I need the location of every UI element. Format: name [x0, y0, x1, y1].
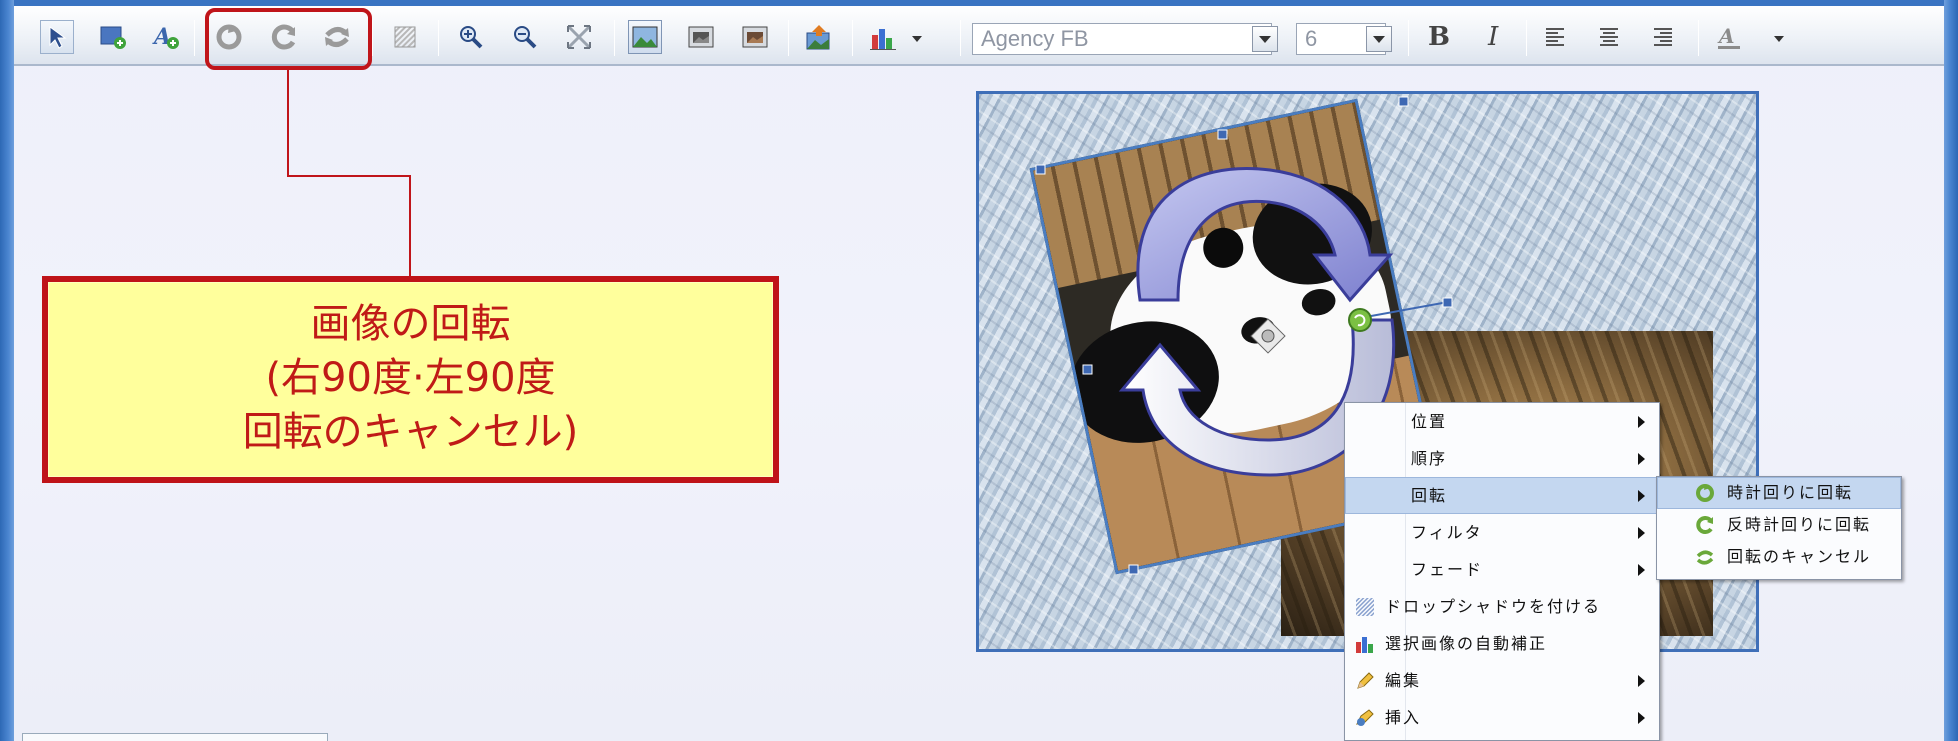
auto-correct-icon	[1356, 637, 1373, 653]
submenu-item-cancel-rotation[interactable]: 回転のキャンセル	[1657, 541, 1901, 573]
menu-item-fade[interactable]: フェード	[1345, 551, 1659, 588]
menu-item-auto-correct[interactable]: 選択画像の自動補正	[1345, 625, 1659, 662]
submenu-arrow-icon	[1638, 675, 1645, 687]
rotate-submenu: 時計回りに回転 反時計回りに回転 回転のキャンセル	[1656, 476, 1902, 580]
editor-window: A Agency FB 6 B I A 画像の回転 (右90度·左90度 回転の…	[0, 0, 1958, 741]
rotate-arc-arrow-top	[1136, 167, 1394, 303]
menu-item-label: 選択画像の自動補正	[1385, 634, 1548, 653]
context-menu: 位置 順序 回転 フィルタ フェード ドロップシャドウを付ける 選択画像の自動補…	[1344, 402, 1660, 741]
menu-item-label: フェード	[1411, 560, 1484, 579]
submenu-item-rotate-clockwise[interactable]: 時計回りに回転	[1657, 477, 1901, 509]
rotation-handle-line	[1359, 301, 1449, 319]
submenu-arrow-icon	[1638, 416, 1645, 428]
submenu-item-rotate-counterclockwise[interactable]: 反時計回りに回転	[1657, 509, 1901, 541]
submenu-item-label: 時計回りに回転	[1727, 483, 1854, 502]
cancel-rotation-icon	[1696, 550, 1714, 565]
move-handle-icon	[1250, 318, 1286, 354]
menu-item-rotate[interactable]: 回転	[1345, 477, 1659, 514]
menu-item-label: 回転	[1411, 486, 1448, 505]
insert-icon	[1356, 709, 1374, 726]
pencil-icon	[1357, 672, 1374, 689]
menu-item-position[interactable]: 位置	[1345, 403, 1659, 440]
rotate-clockwise-icon	[1696, 484, 1714, 502]
menu-item-label: 編集	[1385, 671, 1422, 690]
menu-item-label: 挿入	[1385, 708, 1422, 727]
submenu-arrow-icon	[1638, 564, 1645, 576]
menu-item-order[interactable]: 順序	[1345, 440, 1659, 477]
menu-item-label: 順序	[1411, 449, 1448, 468]
submenu-arrow-icon	[1638, 527, 1645, 539]
menu-item-edit[interactable]: 編集	[1345, 662, 1659, 699]
rotation-overlay	[1035, 96, 1453, 575]
menu-item-label: ドロップシャドウを付ける	[1385, 597, 1602, 616]
menu-item-label: 位置	[1411, 412, 1448, 431]
rotate-handle-icon	[1348, 308, 1372, 332]
submenu-arrow-icon	[1638, 712, 1645, 724]
submenu-item-label: 回転のキャンセル	[1727, 547, 1872, 566]
submenu-arrow-icon	[1638, 490, 1645, 502]
menu-item-insert[interactable]: 挿入	[1345, 699, 1659, 736]
menu-item-drop-shadow[interactable]: ドロップシャドウを付ける	[1345, 588, 1659, 625]
menu-item-filter[interactable]: フィルタ	[1345, 514, 1659, 551]
submenu-arrow-icon	[1638, 453, 1645, 465]
menu-item-label: フィルタ	[1411, 523, 1483, 542]
submenu-item-label: 反時計回りに回転	[1727, 515, 1872, 534]
drop-shadow-icon	[1356, 598, 1374, 616]
rotate-counterclockwise-icon	[1696, 516, 1713, 534]
